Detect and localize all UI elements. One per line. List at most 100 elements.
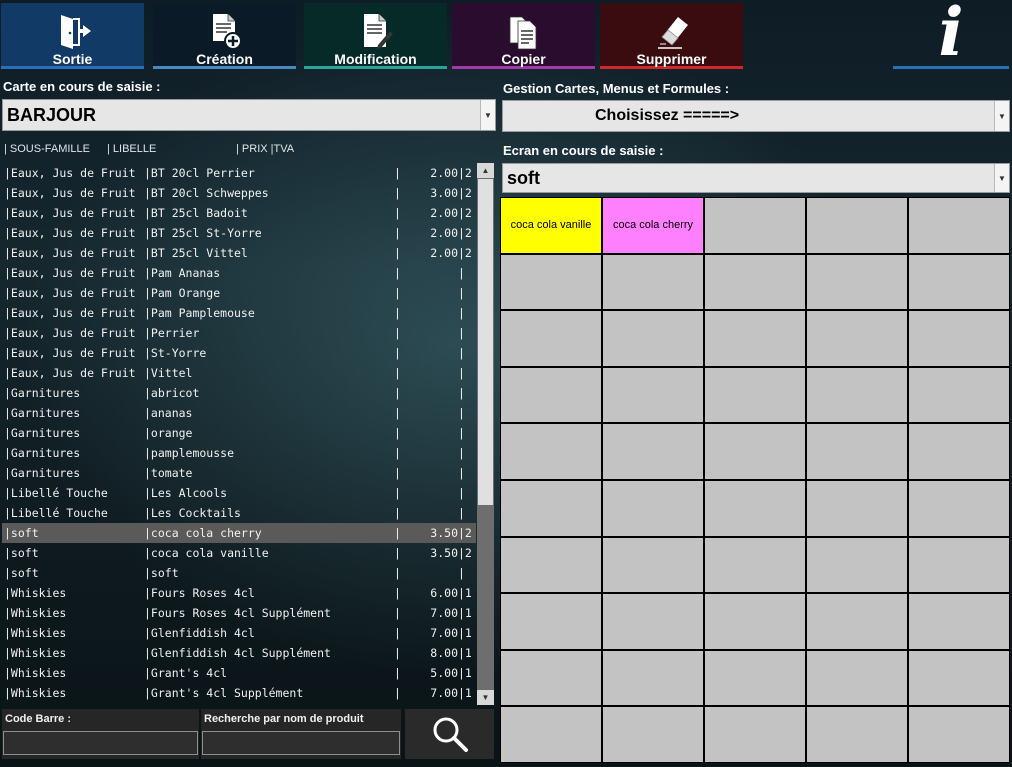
empty-key-slot[interactable] <box>501 480 601 536</box>
list-item[interactable]: |Whiskies |Glenfiddish 4cl | 7.00 |1 <box>2 623 476 643</box>
list-item[interactable]: |Eaux, Jus de Fruit |Vittel | | <box>2 363 476 383</box>
list-item[interactable]: |Whiskies |Fours Roses 4cl Supplément | 7.0… <box>2 603 476 623</box>
empty-key-slot[interactable] <box>705 537 805 593</box>
empty-key-slot[interactable] <box>909 650 1009 706</box>
list-item[interactable]: |Eaux, Jus de Fruit |Pam Ananas | | <box>2 263 476 283</box>
empty-key-slot[interactable] <box>807 650 907 706</box>
empty-key-slot[interactable] <box>909 424 1009 479</box>
empty-key-slot[interactable] <box>807 594 907 649</box>
empty-key-slot[interactable] <box>705 367 805 423</box>
empty-key-slot[interactable] <box>501 707 601 762</box>
copier-button[interactable]: Copier <box>452 3 595 69</box>
scroll-down-icon[interactable]: ▼ <box>477 690 494 705</box>
empty-key-slot[interactable] <box>603 480 703 536</box>
list-item[interactable]: |Eaux, Jus de Fruit |St-Yorre | | <box>2 343 476 363</box>
list-item[interactable]: |Whiskies |Grant's 4cl | 5.00 |1 <box>2 663 476 683</box>
empty-key-slot[interactable] <box>501 424 601 479</box>
empty-key-slot[interactable] <box>705 480 805 536</box>
empty-key-slot[interactable] <box>501 367 601 423</box>
empty-key-slot[interactable] <box>807 480 907 536</box>
header-sous-famille[interactable]: | SOUS-FAMILLE <box>4 143 90 155</box>
list-item[interactable]: |Eaux, Jus de Fruit |Pam Pamplemouse | | <box>2 303 476 323</box>
ecran-select[interactable]: soft ▼ <box>502 163 1010 193</box>
empty-key-slot[interactable] <box>705 254 805 310</box>
empty-key-slot[interactable] <box>909 311 1009 366</box>
list-item[interactable]: |Whiskies |Glenfiddish 4cl Supplément | 8.0… <box>2 643 476 663</box>
empty-key-slot[interactable] <box>807 254 907 310</box>
key-button[interactable]: coca cola vanille <box>501 198 601 253</box>
empty-key-slot[interactable] <box>807 707 907 762</box>
product-list[interactable]: |Eaux, Jus de Fruit |BT 20cl Perrier | 2.00… <box>2 163 476 705</box>
list-item[interactable]: |Eaux, Jus de Fruit |BT 20cl Perrier | 2.00… <box>2 163 476 183</box>
empty-key-slot[interactable] <box>501 650 601 706</box>
list-item[interactable]: |Eaux, Jus de Fruit |Pam Orange | | <box>2 283 476 303</box>
empty-key-slot[interactable] <box>603 311 703 366</box>
empty-key-slot[interactable] <box>705 650 805 706</box>
empty-key-slot[interactable] <box>705 594 805 649</box>
list-item[interactable]: |soft |coca cola cherry | 3.50 |2 <box>2 523 476 543</box>
chevron-down-icon[interactable]: ▼ <box>994 164 1009 192</box>
list-scrollbar[interactable]: ▲ ▼ <box>477 163 494 705</box>
list-item[interactable]: |Garnitures |abricot | | <box>2 383 476 403</box>
empty-key-slot[interactable] <box>909 367 1009 423</box>
empty-key-slot[interactable] <box>909 594 1009 649</box>
creation-button[interactable]: Création <box>153 3 296 69</box>
search-button[interactable] <box>405 709 494 759</box>
scroll-up-icon[interactable]: ▲ <box>477 163 494 178</box>
empty-key-slot[interactable] <box>807 424 907 479</box>
empty-key-slot[interactable] <box>807 367 907 423</box>
empty-key-slot[interactable] <box>501 594 601 649</box>
empty-key-slot[interactable] <box>909 480 1009 536</box>
list-item[interactable]: |soft |coca cola vanille | 3.50 |2 <box>2 543 476 563</box>
empty-key-slot[interactable] <box>501 311 601 366</box>
empty-key-slot[interactable] <box>603 707 703 762</box>
empty-key-slot[interactable] <box>705 198 805 253</box>
key-button[interactable]: coca cola cherry <box>603 198 703 253</box>
empty-key-slot[interactable] <box>807 198 907 253</box>
carte-select[interactable]: BARJOUR ▼ <box>2 99 496 131</box>
empty-key-slot[interactable] <box>909 254 1009 310</box>
list-item[interactable]: |soft |soft | | <box>2 563 476 583</box>
list-item[interactable]: |Eaux, Jus de Fruit |BT 25cl Badoit | 2.00 |… <box>2 203 476 223</box>
empty-key-slot[interactable] <box>603 254 703 310</box>
list-item[interactable]: |Garnitures |tomate | | <box>2 463 476 483</box>
list-item[interactable]: |Garnitures |ananas | | <box>2 403 476 423</box>
empty-key-slot[interactable] <box>909 707 1009 762</box>
empty-key-slot[interactable] <box>603 650 703 706</box>
recherche-input[interactable] <box>202 731 400 755</box>
empty-key-slot[interactable] <box>603 424 703 479</box>
list-item[interactable]: |Garnitures |pamplemousse | | <box>2 443 476 463</box>
empty-key-slot[interactable] <box>705 707 805 762</box>
empty-key-slot[interactable] <box>807 311 907 366</box>
list-item[interactable]: |Eaux, Jus de Fruit |Perrier | | <box>2 323 476 343</box>
empty-key-slot[interactable] <box>909 198 1009 253</box>
empty-key-slot[interactable] <box>909 537 1009 593</box>
list-item[interactable]: |Libellé Touche |Les Alcools | | <box>2 483 476 503</box>
scroll-thumb[interactable] <box>478 179 493 505</box>
code-barre-input[interactable] <box>3 731 198 755</box>
empty-key-slot[interactable] <box>705 424 805 479</box>
chevron-down-icon[interactable]: ▼ <box>480 100 495 130</box>
header-libelle[interactable]: | LIBELLE <box>107 143 156 155</box>
empty-key-slot[interactable] <box>603 537 703 593</box>
empty-key-slot[interactable] <box>705 311 805 366</box>
list-item[interactable]: |Eaux, Jus de Fruit |BT 25cl Vittel | 2.00 |… <box>2 243 476 263</box>
list-item[interactable]: |Whiskies |Fours Roses 4cl | 6.00 |1 <box>2 583 476 603</box>
sortie-button[interactable]: Sortie <box>1 3 144 69</box>
list-item[interactable]: |Whiskies |Grant's 4cl Supplément | 7.00 |1 <box>2 683 476 703</box>
empty-key-slot[interactable] <box>807 537 907 593</box>
empty-key-slot[interactable] <box>501 537 601 593</box>
info-button[interactable]: i <box>893 0 1009 69</box>
modification-button[interactable]: Modification <box>304 3 447 69</box>
chevron-down-icon[interactable]: ▼ <box>994 101 1009 131</box>
header-prix-tva[interactable]: | PRIX |TVA <box>236 143 294 155</box>
empty-key-slot[interactable] <box>501 254 601 310</box>
empty-key-slot[interactable] <box>603 594 703 649</box>
empty-key-slot[interactable] <box>603 367 703 423</box>
list-item[interactable]: |Eaux, Jus de Fruit |BT 25cl St-Yorre | 2.0… <box>2 223 476 243</box>
list-item[interactable]: |Libellé Touche |Les Cocktails | | <box>2 503 476 523</box>
supprimer-button[interactable]: Supprimer <box>600 3 743 69</box>
list-item[interactable]: |Garnitures |orange | | <box>2 423 476 443</box>
gestion-select[interactable]: Choisissez =====> ▼ <box>502 100 1010 132</box>
list-item[interactable]: |Eaux, Jus de Fruit |BT 20cl Schweppes | 3.… <box>2 183 476 203</box>
